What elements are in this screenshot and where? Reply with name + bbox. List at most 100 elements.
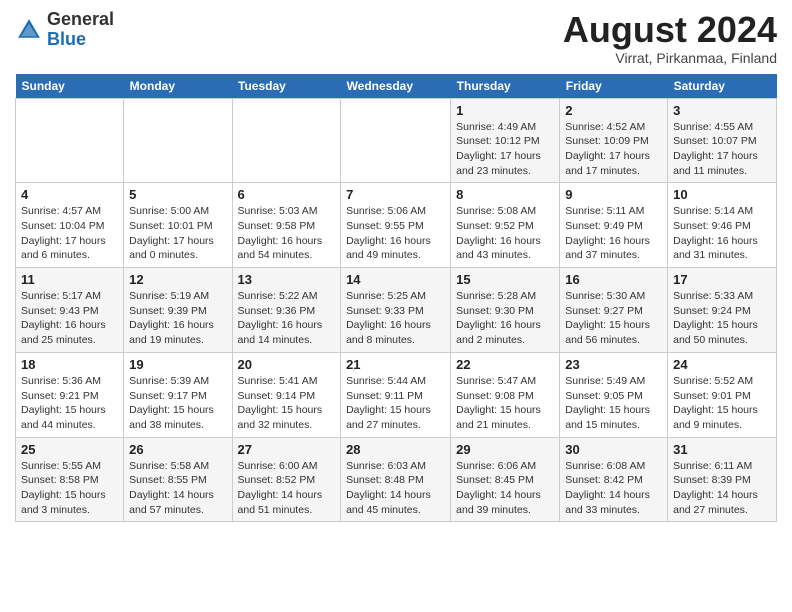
day-number: 31 bbox=[673, 442, 771, 457]
day-content: Sunrise: 5:03 AM Sunset: 9:58 PM Dayligh… bbox=[238, 204, 336, 263]
day-content: Sunrise: 5:49 AM Sunset: 9:05 PM Dayligh… bbox=[565, 374, 662, 433]
header-row: SundayMondayTuesdayWednesdayThursdayFrid… bbox=[16, 74, 777, 99]
day-content: Sunrise: 5:52 AM Sunset: 9:01 PM Dayligh… bbox=[673, 374, 771, 433]
day-number: 21 bbox=[346, 357, 445, 372]
day-content: Sunrise: 5:47 AM Sunset: 9:08 PM Dayligh… bbox=[456, 374, 554, 433]
calendar-cell: 20 Sunrise: 5:41 AM Sunset: 9:14 PM Dayli… bbox=[232, 352, 341, 437]
day-content: Sunrise: 5:17 AM Sunset: 9:43 PM Dayligh… bbox=[21, 289, 118, 348]
calendar-cell: 14Sunrise: 5:25 AM Sunset: 9:33 PM Dayli… bbox=[341, 268, 451, 353]
day-number: 1 bbox=[456, 103, 554, 118]
day-content: Sunrise: 5:36 AM Sunset: 9:21 PM Dayligh… bbox=[21, 374, 118, 433]
day-number: 13 bbox=[238, 272, 336, 287]
logo: General Blue bbox=[15, 10, 114, 50]
week-row-5: 25 Sunrise: 5:55 AM Sunset: 8:58 PM Dayli… bbox=[16, 437, 777, 522]
day-number: 22 bbox=[456, 357, 554, 372]
day-content: Sunrise: 5:14 AM Sunset: 9:46 PM Dayligh… bbox=[673, 204, 771, 263]
page-subtitle: Virrat, Pirkanmaa, Finland bbox=[563, 50, 777, 66]
header-cell-friday: Friday bbox=[560, 74, 668, 99]
day-number: 19 bbox=[129, 357, 226, 372]
calendar-cell: 6 Sunrise: 5:03 AM Sunset: 9:58 PM Daylig… bbox=[232, 183, 341, 268]
day-content: Sunrise: 4:57 AM Sunset: 10:04 PM Daylig… bbox=[21, 204, 118, 263]
day-number: 16 bbox=[565, 272, 662, 287]
calendar-cell: 11 Sunrise: 5:17 AM Sunset: 9:43 PM Dayli… bbox=[16, 268, 124, 353]
day-number: 2 bbox=[565, 103, 662, 118]
calendar-cell: 27Sunrise: 6:00 AM Sunset: 8:52 PM Dayli… bbox=[232, 437, 341, 522]
day-number: 30 bbox=[565, 442, 662, 457]
calendar-cell: 2 Sunrise: 4:52 AM Sunset: 10:09 PM Dayli… bbox=[560, 98, 668, 183]
logo-blue-text: Blue bbox=[47, 29, 86, 49]
day-number: 27 bbox=[238, 442, 336, 457]
day-number: 29 bbox=[456, 442, 554, 457]
header-cell-monday: Monday bbox=[124, 74, 232, 99]
day-number: 11 bbox=[21, 272, 118, 287]
day-content: Sunrise: 5:28 AM Sunset: 9:30 PM Dayligh… bbox=[456, 289, 554, 348]
day-content: Sunrise: 5:58 AM Sunset: 8:55 PM Dayligh… bbox=[129, 459, 226, 518]
calendar-cell: 7Sunrise: 5:06 AM Sunset: 9:55 PM Daylig… bbox=[341, 183, 451, 268]
calendar-cell: 4 Sunrise: 4:57 AM Sunset: 10:04 PM Dayli… bbox=[16, 183, 124, 268]
day-content: Sunrise: 5:33 AM Sunset: 9:24 PM Dayligh… bbox=[673, 289, 771, 348]
page-title: August 2024 bbox=[563, 10, 777, 50]
day-number: 10 bbox=[673, 187, 771, 202]
day-content: Sunrise: 4:52 AM Sunset: 10:09 PM Daylig… bbox=[565, 120, 662, 179]
day-content: Sunrise: 5:08 AM Sunset: 9:52 PM Dayligh… bbox=[456, 204, 554, 263]
day-content: Sunrise: 5:39 AM Sunset: 9:17 PM Dayligh… bbox=[129, 374, 226, 433]
day-number: 17 bbox=[673, 272, 771, 287]
calendar-cell: 12 Sunrise: 5:19 AM Sunset: 9:39 PM Dayli… bbox=[124, 268, 232, 353]
calendar-cell: 22 Sunrise: 5:47 AM Sunset: 9:08 PM Dayli… bbox=[451, 352, 560, 437]
calendar-cell: 19 Sunrise: 5:39 AM Sunset: 9:17 PM Dayli… bbox=[124, 352, 232, 437]
day-number: 5 bbox=[129, 187, 226, 202]
day-content: Sunrise: 6:03 AM Sunset: 8:48 PM Dayligh… bbox=[346, 459, 445, 518]
day-number: 6 bbox=[238, 187, 336, 202]
calendar-cell: 26Sunrise: 5:58 AM Sunset: 8:55 PM Dayli… bbox=[124, 437, 232, 522]
header-cell-saturday: Saturday bbox=[668, 74, 777, 99]
logo-general-text: General bbox=[47, 9, 114, 29]
calendar-cell: 29 Sunrise: 6:06 AM Sunset: 8:45 PM Dayli… bbox=[451, 437, 560, 522]
day-number: 15 bbox=[456, 272, 554, 287]
day-content: Sunrise: 5:41 AM Sunset: 9:14 PM Dayligh… bbox=[238, 374, 336, 433]
day-number: 25 bbox=[21, 442, 118, 457]
calendar-cell: 1Sunrise: 4:49 AM Sunset: 10:12 PM Dayli… bbox=[451, 98, 560, 183]
day-content: Sunrise: 5:25 AM Sunset: 9:33 PM Dayligh… bbox=[346, 289, 445, 348]
day-number: 23 bbox=[565, 357, 662, 372]
week-row-3: 11 Sunrise: 5:17 AM Sunset: 9:43 PM Dayli… bbox=[16, 268, 777, 353]
calendar-cell: 18Sunrise: 5:36 AM Sunset: 9:21 PM Dayli… bbox=[16, 352, 124, 437]
calendar-cell: 17 Sunrise: 5:33 AM Sunset: 9:24 PM Dayli… bbox=[668, 268, 777, 353]
header-cell-tuesday: Tuesday bbox=[232, 74, 341, 99]
day-content: Sunrise: 6:06 AM Sunset: 8:45 PM Dayligh… bbox=[456, 459, 554, 518]
calendar-cell: 5Sunrise: 5:00 AM Sunset: 10:01 PM Dayli… bbox=[124, 183, 232, 268]
day-content: Sunrise: 5:44 AM Sunset: 9:11 PM Dayligh… bbox=[346, 374, 445, 433]
day-content: Sunrise: 5:06 AM Sunset: 9:55 PM Dayligh… bbox=[346, 204, 445, 263]
title-area: August 2024 Virrat, Pirkanmaa, Finland bbox=[563, 10, 777, 66]
calendar-cell bbox=[232, 98, 341, 183]
calendar-cell bbox=[124, 98, 232, 183]
calendar-cell: 25 Sunrise: 5:55 AM Sunset: 8:58 PM Dayli… bbox=[16, 437, 124, 522]
day-number: 24 bbox=[673, 357, 771, 372]
week-row-1: 1Sunrise: 4:49 AM Sunset: 10:12 PM Dayli… bbox=[16, 98, 777, 183]
day-content: Sunrise: 5:19 AM Sunset: 9:39 PM Dayligh… bbox=[129, 289, 226, 348]
calendar-cell: 13 Sunrise: 5:22 AM Sunset: 9:36 PM Dayli… bbox=[232, 268, 341, 353]
day-content: Sunrise: 5:55 AM Sunset: 8:58 PM Dayligh… bbox=[21, 459, 118, 518]
calendar-cell: 23 Sunrise: 5:49 AM Sunset: 9:05 PM Dayli… bbox=[560, 352, 668, 437]
calendar-cell: 15 Sunrise: 5:28 AM Sunset: 9:30 PM Dayli… bbox=[451, 268, 560, 353]
day-content: Sunrise: 4:55 AM Sunset: 10:07 PM Daylig… bbox=[673, 120, 771, 179]
day-number: 3 bbox=[673, 103, 771, 118]
calendar-body: 1Sunrise: 4:49 AM Sunset: 10:12 PM Dayli… bbox=[16, 98, 777, 522]
day-content: Sunrise: 5:30 AM Sunset: 9:27 PM Dayligh… bbox=[565, 289, 662, 348]
calendar-cell: 10 Sunrise: 5:14 AM Sunset: 9:46 PM Dayli… bbox=[668, 183, 777, 268]
day-number: 28 bbox=[346, 442, 445, 457]
calendar-cell: 9Sunrise: 5:11 AM Sunset: 9:49 PM Daylig… bbox=[560, 183, 668, 268]
calendar-cell: 28 Sunrise: 6:03 AM Sunset: 8:48 PM Dayli… bbox=[341, 437, 451, 522]
calendar-cell: 30Sunrise: 6:08 AM Sunset: 8:42 PM Dayli… bbox=[560, 437, 668, 522]
calendar-cell: 21 Sunrise: 5:44 AM Sunset: 9:11 PM Dayli… bbox=[341, 352, 451, 437]
day-number: 12 bbox=[129, 272, 226, 287]
calendar-cell: 31 Sunrise: 6:11 AM Sunset: 8:39 PM Dayli… bbox=[668, 437, 777, 522]
day-content: Sunrise: 6:11 AM Sunset: 8:39 PM Dayligh… bbox=[673, 459, 771, 518]
calendar-cell: 8Sunrise: 5:08 AM Sunset: 9:52 PM Daylig… bbox=[451, 183, 560, 268]
day-content: Sunrise: 5:22 AM Sunset: 9:36 PM Dayligh… bbox=[238, 289, 336, 348]
calendar-header: SundayMondayTuesdayWednesdayThursdayFrid… bbox=[16, 74, 777, 99]
week-row-2: 4 Sunrise: 4:57 AM Sunset: 10:04 PM Dayli… bbox=[16, 183, 777, 268]
week-row-4: 18Sunrise: 5:36 AM Sunset: 9:21 PM Dayli… bbox=[16, 352, 777, 437]
day-number: 4 bbox=[21, 187, 118, 202]
day-number: 20 bbox=[238, 357, 336, 372]
day-number: 9 bbox=[565, 187, 662, 202]
